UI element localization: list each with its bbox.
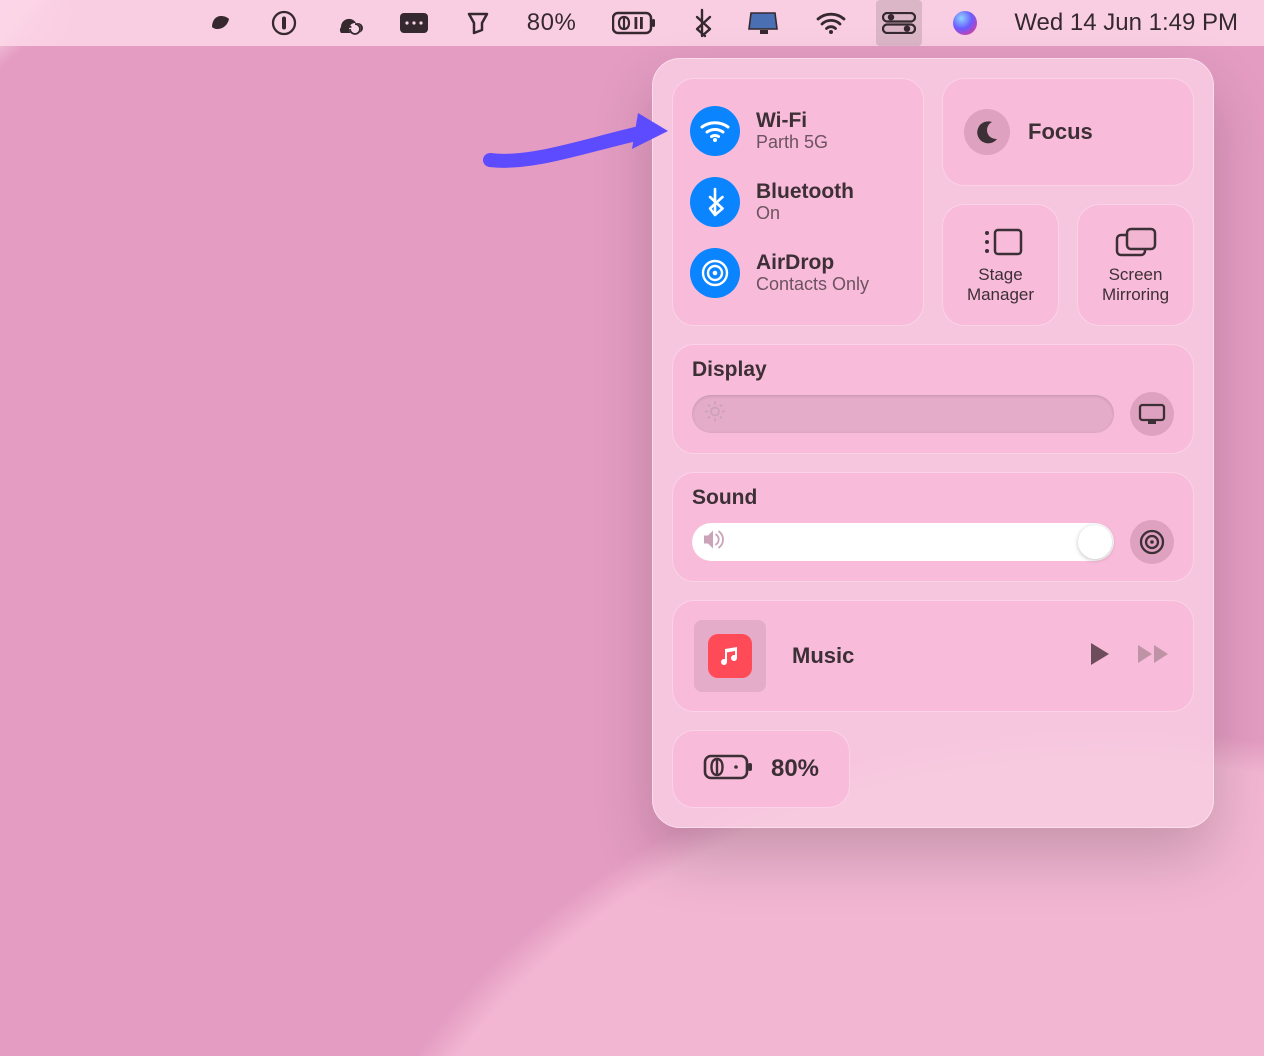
- music-app-icon: [694, 620, 766, 692]
- menubar-bluetooth-icon[interactable]: [686, 0, 718, 46]
- volume-slider[interactable]: [692, 523, 1114, 561]
- bluetooth-subtitle: On: [756, 203, 854, 224]
- screen-mirroring-icon: [1114, 225, 1158, 259]
- menubar: 80% Wed 14 Jun 1:49 PM: [0, 0, 1264, 46]
- screen-mirroring-label: Screen Mirroring: [1081, 265, 1190, 304]
- menubar-expressvpn-icon[interactable]: [199, 0, 241, 46]
- focus-label: Focus: [1028, 119, 1093, 145]
- airdrop-title: AirDrop: [756, 251, 869, 274]
- menubar-sync-icon[interactable]: [327, 0, 369, 46]
- airdrop-subtitle: Contacts Only: [756, 274, 869, 295]
- stage-manager-button[interactable]: Stage Manager: [942, 204, 1059, 326]
- brightness-low-icon: [704, 401, 726, 428]
- menubar-wifi-icon[interactable]: [810, 0, 852, 46]
- wifi-title: Wi-Fi: [756, 109, 828, 132]
- wifi-subtitle: Parth 5G: [756, 132, 828, 153]
- menubar-battery-charging-icon[interactable]: [606, 0, 662, 46]
- display-options-button[interactable]: [1130, 392, 1174, 436]
- menubar-datetime[interactable]: Wed 14 Jun 1:49 PM: [1008, 0, 1244, 46]
- menubar-display-icon[interactable]: [742, 0, 786, 46]
- focus-button[interactable]: Focus: [942, 78, 1194, 186]
- stage-manager-icon: [978, 225, 1024, 259]
- sound-title: Sound: [692, 486, 1174, 510]
- bluetooth-title: Bluetooth: [756, 180, 854, 203]
- connectivity-card: Wi-Fi Parth 5G Bluetooth On AirDrop: [672, 78, 924, 326]
- moon-icon: [964, 109, 1010, 155]
- wifi-toggle[interactable]: Wi-Fi Parth 5G: [690, 106, 906, 156]
- wifi-icon: [690, 106, 740, 156]
- airdrop-icon: [690, 248, 740, 298]
- music-next-button[interactable]: [1136, 643, 1172, 670]
- bluetooth-toggle[interactable]: Bluetooth On: [690, 177, 906, 227]
- airdrop-toggle[interactable]: AirDrop Contacts Only: [690, 248, 906, 298]
- battery-card[interactable]: 80%: [672, 730, 850, 808]
- menubar-downloads-icon[interactable]: [459, 0, 497, 46]
- screen-mirroring-button[interactable]: Screen Mirroring: [1077, 204, 1194, 326]
- menubar-input-icon[interactable]: [393, 0, 435, 46]
- now-playing-card[interactable]: Music: [672, 600, 1194, 712]
- display-title: Display: [692, 358, 1174, 382]
- battery-charging-icon: [703, 753, 755, 786]
- stage-manager-label: Stage Manager: [946, 265, 1055, 304]
- menubar-control-center-icon[interactable]: [876, 0, 922, 46]
- music-title: Music: [792, 643, 1062, 669]
- sound-card: Sound: [672, 472, 1194, 582]
- volume-icon: [702, 529, 728, 556]
- sound-output-button[interactable]: [1130, 520, 1174, 564]
- menubar-battery-percent-text: 80%: [521, 0, 583, 46]
- control-center-panel: Wi-Fi Parth 5G Bluetooth On AirDrop: [652, 58, 1214, 828]
- menubar-siri-icon[interactable]: [946, 0, 984, 46]
- battery-percent-text: 80%: [771, 755, 819, 783]
- bluetooth-icon: [690, 177, 740, 227]
- display-card: Display: [672, 344, 1194, 454]
- menubar-1password-icon[interactable]: [265, 0, 303, 46]
- music-play-button[interactable]: [1088, 641, 1112, 672]
- brightness-slider[interactable]: [692, 395, 1114, 433]
